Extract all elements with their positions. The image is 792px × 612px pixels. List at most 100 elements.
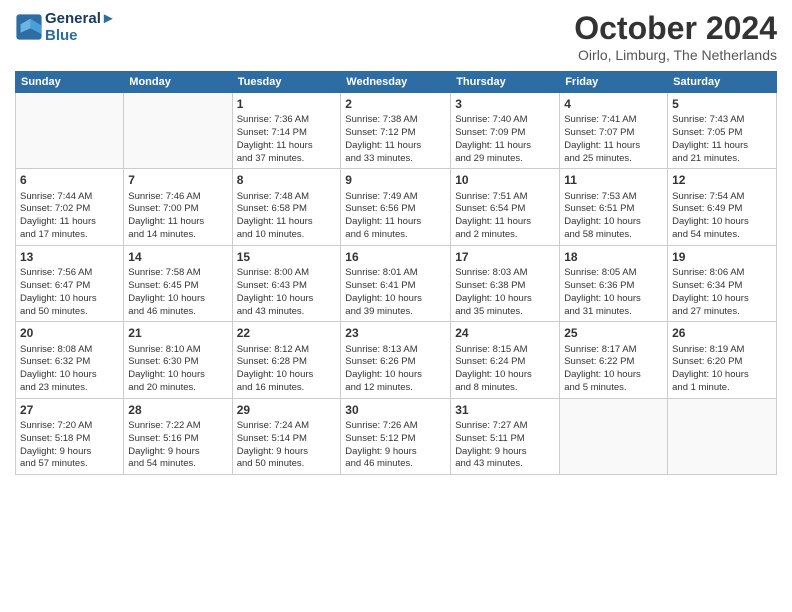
calendar-cell: 25Sunrise: 8:17 AMSunset: 6:22 PMDayligh… xyxy=(560,322,668,398)
page: General► Blue October 2024 Oirlo, Limbur… xyxy=(0,0,792,612)
day-number: 25 xyxy=(564,325,663,341)
location: Oirlo, Limburg, The Netherlands xyxy=(574,47,777,63)
cell-info-line: Sunrise: 7:43 AM xyxy=(672,114,772,127)
calendar-cell: 19Sunrise: 8:06 AMSunset: 6:34 PMDayligh… xyxy=(668,245,777,321)
calendar-cell: 23Sunrise: 8:13 AMSunset: 6:26 PMDayligh… xyxy=(341,322,451,398)
cell-info-line: Sunrise: 8:06 AM xyxy=(672,267,772,280)
cell-info-line: and 21 minutes. xyxy=(672,153,772,166)
calendar-cell: 13Sunrise: 7:56 AMSunset: 6:47 PMDayligh… xyxy=(16,245,124,321)
logo-icon xyxy=(15,13,43,41)
cell-info-line: Daylight: 9 hours xyxy=(237,446,337,459)
cell-info-line: Sunset: 6:34 PM xyxy=(672,280,772,293)
cell-info-line: Daylight: 10 hours xyxy=(455,369,555,382)
cell-info-line: and 29 minutes. xyxy=(455,153,555,166)
cell-info-line: Daylight: 10 hours xyxy=(455,293,555,306)
day-number: 28 xyxy=(128,402,227,418)
day-number: 8 xyxy=(237,172,337,188)
cell-info-line: Sunset: 6:38 PM xyxy=(455,280,555,293)
cell-info-line: Sunrise: 7:49 AM xyxy=(345,191,446,204)
weekday-header: Monday xyxy=(124,72,232,93)
day-number: 1 xyxy=(237,96,337,112)
cell-info-line: and 1 minute. xyxy=(672,382,772,395)
calendar-cell: 8 Sunrise: 7:48 AMSunset: 6:58 PMDaylight… xyxy=(232,169,341,245)
cell-info-line: Daylight: 11 hours xyxy=(237,216,337,229)
cell-info-line: and 31 minutes. xyxy=(564,306,663,319)
cell-info-line: Sunset: 7:12 PM xyxy=(345,127,446,140)
cell-info-line: Sunrise: 7:54 AM xyxy=(672,191,772,204)
cell-info-line: and 43 minutes. xyxy=(455,458,555,471)
cell-info-line: Daylight: 11 hours xyxy=(345,216,446,229)
day-number: 10 xyxy=(455,172,555,188)
calendar-week-row: 6Sunrise: 7:44 AMSunset: 7:02 PMDaylight… xyxy=(16,169,777,245)
calendar-cell: 17Sunrise: 8:03 AMSunset: 6:38 PMDayligh… xyxy=(451,245,560,321)
calendar-cell: 21Sunrise: 8:10 AMSunset: 6:30 PMDayligh… xyxy=(124,322,232,398)
cell-info-line: Sunset: 7:00 PM xyxy=(128,203,227,216)
cell-info-line: Sunset: 6:49 PM xyxy=(672,203,772,216)
calendar-cell: 28Sunrise: 7:22 AMSunset: 5:16 PMDayligh… xyxy=(124,398,232,474)
cell-info-line: Sunset: 6:24 PM xyxy=(455,356,555,369)
cell-info-line: Daylight: 11 hours xyxy=(455,140,555,153)
cell-info-line: Sunset: 6:41 PM xyxy=(345,280,446,293)
calendar-cell: 12Sunrise: 7:54 AMSunset: 6:49 PMDayligh… xyxy=(668,169,777,245)
cell-info-line: and 37 minutes. xyxy=(237,153,337,166)
cell-info-line: Sunrise: 7:48 AM xyxy=(237,191,337,204)
cell-info-line: and 43 minutes. xyxy=(237,306,337,319)
cell-info-line: Daylight: 9 hours xyxy=(345,446,446,459)
cell-info-line: Sunset: 7:05 PM xyxy=(672,127,772,140)
calendar-week-row: 13Sunrise: 7:56 AMSunset: 6:47 PMDayligh… xyxy=(16,245,777,321)
cell-info-line: Daylight: 10 hours xyxy=(564,293,663,306)
cell-info-line: Sunrise: 8:05 AM xyxy=(564,267,663,280)
cell-info-line: and 6 minutes. xyxy=(345,229,446,242)
cell-info-line: Sunrise: 8:10 AM xyxy=(128,344,227,357)
cell-info-line: Sunrise: 7:36 AM xyxy=(237,114,337,127)
cell-info-line: and 5 minutes. xyxy=(564,382,663,395)
day-number: 6 xyxy=(20,172,119,188)
calendar-table: SundayMondayTuesdayWednesdayThursdayFrid… xyxy=(15,71,777,475)
cell-info-line: and 27 minutes. xyxy=(672,306,772,319)
cell-info-line: Sunset: 6:45 PM xyxy=(128,280,227,293)
calendar-week-row: 27Sunrise: 7:20 AMSunset: 5:18 PMDayligh… xyxy=(16,398,777,474)
cell-info-line: Daylight: 10 hours xyxy=(20,293,119,306)
cell-info-line: Sunset: 6:26 PM xyxy=(345,356,446,369)
weekday-header: Sunday xyxy=(16,72,124,93)
cell-info-line: Sunrise: 7:20 AM xyxy=(20,420,119,433)
calendar-cell: 30Sunrise: 7:26 AMSunset: 5:12 PMDayligh… xyxy=(341,398,451,474)
cell-info-line: Sunset: 6:43 PM xyxy=(237,280,337,293)
day-number: 17 xyxy=(455,249,555,265)
cell-info-line: Sunset: 5:12 PM xyxy=(345,433,446,446)
calendar-header-row: SundayMondayTuesdayWednesdayThursdayFrid… xyxy=(16,72,777,93)
cell-info-line: and 58 minutes. xyxy=(564,229,663,242)
cell-info-line: Sunset: 6:51 PM xyxy=(564,203,663,216)
day-number: 30 xyxy=(345,402,446,418)
cell-info-line: Sunset: 7:02 PM xyxy=(20,203,119,216)
calendar-cell: 26Sunrise: 8:19 AMSunset: 6:20 PMDayligh… xyxy=(668,322,777,398)
day-number: 3 xyxy=(455,96,555,112)
calendar-cell: 22Sunrise: 8:12 AMSunset: 6:28 PMDayligh… xyxy=(232,322,341,398)
cell-info-line: and 39 minutes. xyxy=(345,306,446,319)
day-number: 7 xyxy=(128,172,227,188)
calendar-cell: 11Sunrise: 7:53 AMSunset: 6:51 PMDayligh… xyxy=(560,169,668,245)
cell-info-line: and 16 minutes. xyxy=(237,382,337,395)
day-number: 4 xyxy=(564,96,663,112)
cell-info-line: Daylight: 11 hours xyxy=(20,216,119,229)
day-number: 21 xyxy=(128,325,227,341)
calendar-cell xyxy=(124,93,232,169)
day-number: 18 xyxy=(564,249,663,265)
cell-info-line: Daylight: 11 hours xyxy=(345,140,446,153)
cell-info-line: Sunrise: 8:17 AM xyxy=(564,344,663,357)
cell-info-line: Sunrise: 8:19 AM xyxy=(672,344,772,357)
day-number: 26 xyxy=(672,325,772,341)
cell-info-line: Sunset: 6:58 PM xyxy=(237,203,337,216)
day-number: 24 xyxy=(455,325,555,341)
calendar-cell xyxy=(16,93,124,169)
cell-info-line: Sunset: 7:09 PM xyxy=(455,127,555,140)
day-number: 19 xyxy=(672,249,772,265)
cell-info-line: Sunrise: 8:01 AM xyxy=(345,267,446,280)
cell-info-line: Sunrise: 7:46 AM xyxy=(128,191,227,204)
weekday-header: Saturday xyxy=(668,72,777,93)
day-number: 9 xyxy=(345,172,446,188)
day-number: 13 xyxy=(20,249,119,265)
cell-info-line: and 46 minutes. xyxy=(345,458,446,471)
calendar-cell xyxy=(668,398,777,474)
cell-info-line: and 20 minutes. xyxy=(128,382,227,395)
